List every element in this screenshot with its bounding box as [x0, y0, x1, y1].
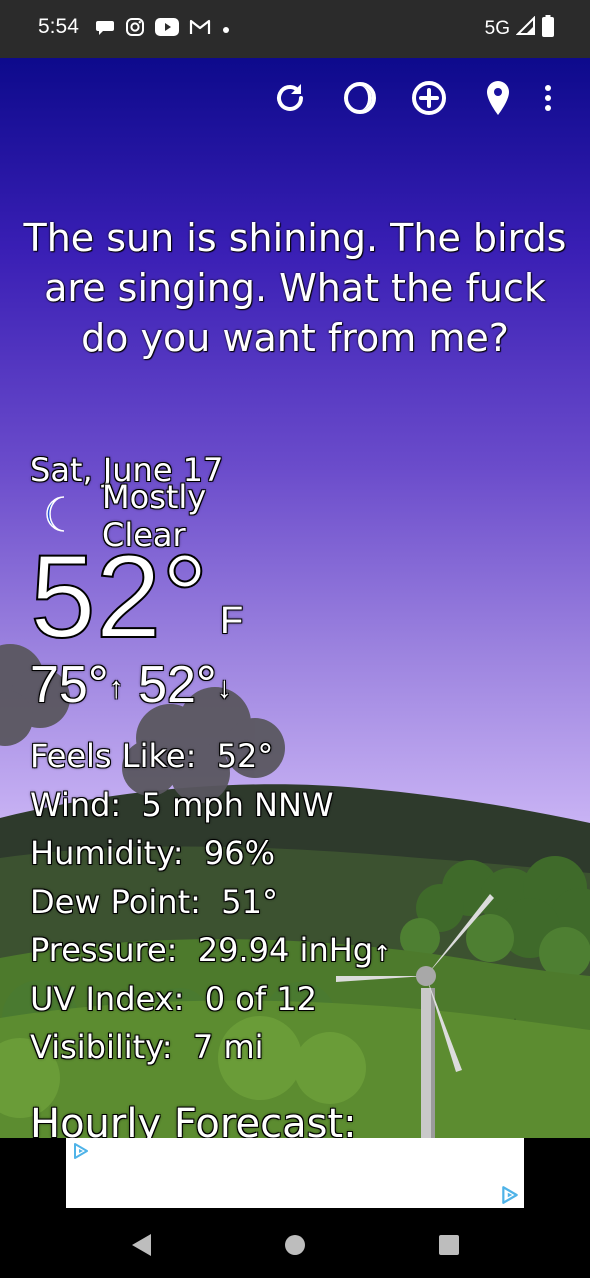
ad-banner-area: [0, 1138, 590, 1214]
more-options-button[interactable]: [538, 80, 558, 120]
detail-value: 5 mph NNW: [141, 785, 334, 824]
add-location-button[interactable]: [409, 80, 449, 120]
refresh-button[interactable]: [270, 80, 310, 120]
chat-notification-icon: [95, 17, 115, 41]
detail-row-wind: Wind: 5 mph NNW: [30, 781, 392, 830]
arrow-up-icon: ↑: [108, 671, 124, 705]
weather-quote: The sun is shining. The birds are singin…: [23, 216, 567, 360]
ad-info-icon[interactable]: [500, 1185, 520, 1209]
battery-icon: [542, 15, 554, 43]
weather-details: Feels Like: 52° Wind: 5 mph NNW Humidity…: [30, 732, 392, 1072]
status-time: 5:54: [38, 15, 79, 38]
detail-value: 7 mi: [192, 1028, 264, 1066]
detail-label: Humidity:: [30, 834, 184, 872]
home-button[interactable]: [280, 1232, 310, 1262]
add-location-icon: [410, 79, 448, 121]
current-temperature: 52°: [29, 531, 209, 663]
refresh-icon: [271, 79, 309, 121]
arrow-down-icon: ↓: [216, 671, 232, 705]
pressure-rising-icon: ↑: [373, 942, 392, 967]
detail-value: 29.94 inHg: [197, 931, 374, 969]
detail-row-pressure: Pressure: 29.94 inHg↑: [30, 926, 392, 975]
gmail-notification-icon: [189, 18, 211, 40]
temperature-unit: F: [220, 600, 244, 642]
theme-button[interactable]: [340, 80, 380, 120]
detail-row-uv-index: UV Index: 0 of 12: [30, 975, 392, 1024]
back-icon: [129, 1232, 153, 1262]
detail-label: Feels Like:: [30, 737, 197, 775]
ad-banner[interactable]: [66, 1138, 524, 1208]
network-type: 5G: [484, 18, 510, 39]
detail-label: UV Index:: [30, 979, 185, 1018]
detail-label: Visibility:: [30, 1028, 173, 1066]
status-bar: 5:54 5G: [0, 0, 590, 58]
detail-row-feels-like: Feels Like: 52°: [30, 732, 392, 781]
recents-icon: [437, 1233, 461, 1261]
ad-choices-icon[interactable]: [72, 1142, 90, 1164]
youtube-notification-icon: [155, 18, 179, 40]
location-pin-icon: [483, 79, 513, 121]
recents-button[interactable]: [434, 1232, 464, 1262]
weather-app: The sun is shining. The birds are singin…: [0, 58, 590, 1138]
instagram-notification-icon: [125, 17, 145, 41]
detail-value: 0 of 12: [204, 979, 317, 1018]
location-button[interactable]: [478, 80, 518, 120]
hourly-forecast-title: Hourly Forecast:: [30, 1101, 357, 1138]
detail-value: 51°: [221, 882, 278, 921]
high-low-temps: 75°↑ 52°↓: [30, 655, 232, 718]
system-navigation-bar: [0, 1214, 590, 1278]
current-conditions: Sat, June 17 Mostly Clear 52° F 75°↑ 52°…: [29, 450, 392, 1066]
detail-row-dew-point: Dew Point: 51°: [30, 878, 392, 927]
detail-row-visibility: Visibility: 7 mi: [30, 1023, 392, 1072]
more-notifications-dot-icon: [221, 20, 231, 39]
detail-label: Wind:: [30, 785, 122, 824]
detail-row-humidity: Humidity: 96%: [30, 829, 392, 878]
detail-label: Pressure:: [30, 931, 178, 969]
back-button[interactable]: [126, 1232, 156, 1262]
detail-value: 52°: [216, 737, 274, 775]
low-temp: 52°: [138, 656, 217, 714]
detail-label: Dew Point:: [30, 882, 201, 921]
high-temp: 75°: [30, 656, 109, 714]
home-icon: [283, 1233, 307, 1261]
theme-icon: [341, 79, 379, 121]
signal-icon: [515, 15, 536, 42]
more-vert-icon: [544, 85, 552, 115]
detail-value: 96%: [203, 834, 276, 872]
